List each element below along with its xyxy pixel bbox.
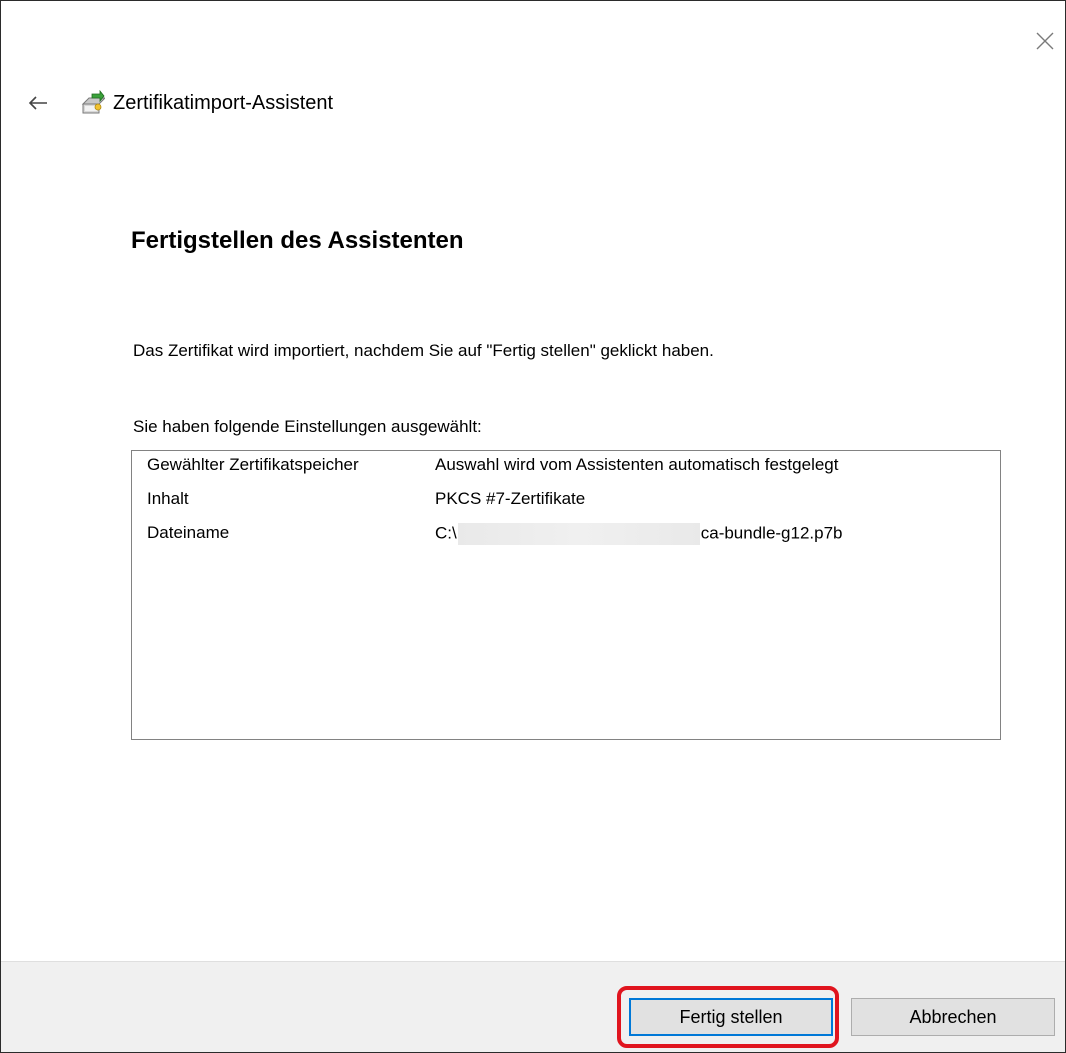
settings-row-content: Inhalt PKCS #7-Zertifikate [147,489,585,515]
finish-button[interactable]: Fertig stellen [629,998,833,1036]
filename-suffix: ca-bundle-g12.p7b [700,523,843,543]
settings-value: Auswahl wird vom Assistenten automatisch… [435,455,839,474]
wizard-navigation: Zertifikatimport-Assistent [23,85,333,121]
settings-value: C:\ ca-bundle-g12.p7b [435,523,843,549]
wizard-title: Zertifikatimport-Assistent [113,91,334,114]
back-arrow-icon [28,96,47,110]
certificate-wizard-icon [81,90,105,114]
settings-label: Sie haben folgende Einstellungen ausgewä… [133,417,482,436]
cancel-button[interactable]: Abbrechen [851,998,1055,1036]
settings-key: Inhalt [147,489,189,508]
back-button[interactable] [23,88,53,118]
info-text: Das Zertifikat wird importiert, nachdem … [133,341,714,360]
close-button[interactable] [1029,25,1061,57]
filename-prefix: C:\ [435,523,457,543]
wizard-window: Zertifikatimport-Assistent Fertigstellen… [0,0,1066,1053]
settings-key: Gewählter Zertifikatspeicher [147,455,359,474]
close-icon [1036,32,1054,50]
settings-row-filename: Dateiname C:\ ca-bundle-g12.p7b [147,523,843,549]
redacted-path [457,523,700,545]
settings-row-store: Gewählter Zertifikatspeicher Auswahl wir… [147,455,838,481]
wizard-footer: Fertig stellen Abbrechen [1,961,1065,1052]
settings-value: PKCS #7-Zertifikate [435,489,586,508]
settings-key: Dateiname [147,523,230,542]
settings-list[interactable]: Gewählter Zertifikatspeicher Auswahl wir… [131,450,1001,740]
page-heading: Fertigstellen des Assistenten [131,227,464,254]
